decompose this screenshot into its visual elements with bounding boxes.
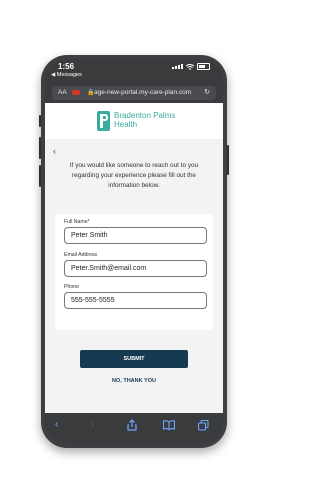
logo-line1: Bradenton Palms: [114, 111, 176, 120]
mute-switch: [39, 115, 41, 127]
extension-icon[interactable]: [72, 90, 80, 95]
bookmarks-icon[interactable]: [163, 420, 175, 430]
phone-frame: 1:56 ◀ Messages AA 🔒 age-new-portal.my-c…: [39, 55, 229, 448]
back-icon[interactable]: ‹: [55, 419, 58, 430]
intro-text: If you would like someone to reach out t…: [69, 162, 199, 189]
no-thank-you-link[interactable]: NO, THANK YOU: [45, 378, 223, 384]
email-label: Email Address: [64, 252, 98, 258]
battery-icon: [197, 63, 210, 70]
cellular-signal-icon: [172, 64, 183, 69]
share-icon[interactable]: [127, 419, 137, 431]
address-bar[interactable]: AA 🔒 age-new-portal.my-care-plan.com ↻: [52, 86, 216, 100]
header: Bradenton Palms Health: [45, 103, 223, 139]
volume-up-button: [39, 137, 41, 159]
logo-line2: Health: [114, 120, 138, 129]
web-content: Bradenton Palms Health ‹ If you would li…: [45, 103, 223, 413]
tabs-icon[interactable]: [198, 420, 209, 431]
logo-mark-icon: [97, 111, 110, 131]
submit-button[interactable]: SUBMIT: [80, 350, 188, 368]
power-button: [227, 145, 229, 175]
forward-icon[interactable]: ›: [91, 419, 94, 430]
logo-text: Bradenton Palms Health: [114, 111, 175, 129]
browser-toolbar: ‹ ›: [45, 413, 223, 444]
status-time: 1:56: [58, 62, 75, 71]
contact-form: Full Name* Peter Smith Email Address Pet…: [55, 214, 213, 330]
back-to-messages[interactable]: ◀ Messages: [51, 72, 82, 78]
status-icons: [172, 63, 210, 70]
phone-field[interactable]: 555-555-5555: [64, 292, 207, 309]
wifi-icon: [186, 63, 194, 70]
back-chevron-icon[interactable]: ‹: [53, 146, 56, 156]
volume-down-button: [39, 165, 41, 187]
url-text[interactable]: age-new-portal.my-care-plan.com: [94, 89, 191, 96]
phone-screen: 1:56 ◀ Messages AA 🔒 age-new-portal.my-c…: [45, 59, 223, 444]
full-name-label: Full Name*: [64, 219, 90, 225]
status-bar: 1:56 ◀ Messages: [45, 59, 223, 83]
email-field[interactable]: Peter.Smith@email.com: [64, 260, 207, 277]
full-name-field[interactable]: Peter Smith: [64, 227, 207, 244]
reader-options-button[interactable]: AA: [58, 89, 67, 96]
phone-label: Phone: [64, 284, 80, 290]
reload-icon[interactable]: ↻: [204, 88, 210, 96]
